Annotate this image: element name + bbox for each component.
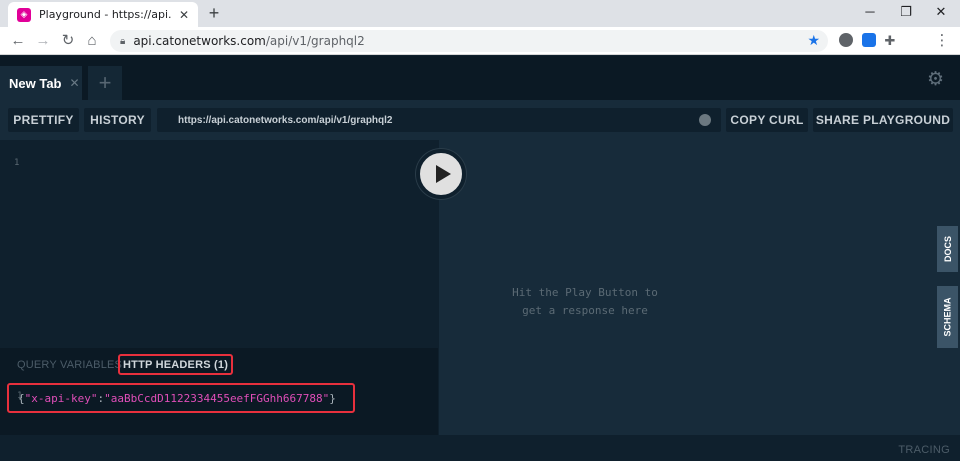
code-brace-close: }: [329, 392, 336, 405]
back-arrow-icon[interactable]: ←: [8, 31, 28, 51]
header-value: "aaBbCcdD1122334455eefFGGhh667788": [104, 392, 330, 405]
playground-toolbar: PRETTIFY HISTORY https://api.catonetwork…: [0, 100, 960, 140]
footer-bar: TRACING: [0, 435, 960, 461]
extensions-puzzle-icon[interactable]: ✚: [880, 31, 900, 51]
query-editor[interactable]: 1: [0, 140, 438, 348]
browser-tab-strip: ◈ Playground - https://api.catonetworks.…: [0, 0, 960, 27]
code-brace-open: {: [18, 392, 25, 405]
browser-toolbar: ← → ↻ ⌂ 🔒︎ api.catonetworks.com/api/v1/g…: [0, 27, 960, 55]
history-button[interactable]: HISTORY: [84, 108, 151, 132]
browser-new-tab-button[interactable]: +: [204, 4, 224, 22]
endpoint-url-input[interactable]: https://api.catonetworks.com/api/v1/grap…: [157, 108, 721, 132]
url-path: /api/v1/graphql2: [265, 34, 365, 48]
endpoint-url-text: https://api.catonetworks.com/api/v1/grap…: [178, 114, 393, 126]
copy-curl-button[interactable]: COPY CURL: [726, 108, 808, 132]
schema-side-tab[interactable]: SCHEMA: [937, 286, 958, 348]
settings-gear-icon[interactable]: ⚙: [927, 68, 944, 91]
docs-side-tab[interactable]: DOCS: [937, 226, 958, 272]
extension-meet-icon[interactable]: [862, 33, 876, 47]
playground-tab[interactable]: New Tab ✕: [0, 66, 82, 100]
query-variables-tab[interactable]: QUERY VARIABLES: [17, 359, 122, 371]
header-key: "x-api-key": [24, 392, 98, 405]
playground-tab-bar: New Tab ✕ + ⚙: [0, 56, 960, 100]
server-status-dot: [699, 114, 711, 126]
result-pane: Hit the Play Button to get a response he…: [439, 140, 960, 435]
prettify-button[interactable]: PRETTIFY: [8, 108, 79, 132]
browser-tab-close-icon[interactable]: ✕: [176, 8, 192, 22]
window-restore-button[interactable]: ❐: [894, 3, 918, 21]
reload-icon[interactable]: ↻: [58, 31, 78, 51]
browser-tab-title: Playground - https://api.catonetworks.co…: [39, 8, 172, 21]
tracing-toggle[interactable]: TRACING: [898, 444, 950, 456]
playground-tab-close-icon[interactable]: ✕: [70, 76, 80, 90]
share-playground-button[interactable]: SHARE PLAYGROUND: [813, 108, 953, 132]
browser-tab[interactable]: ◈ Playground - https://api.catonetworks.…: [8, 2, 198, 27]
bookmark-star-icon[interactable]: ★: [807, 32, 820, 49]
url-host: api.catonetworks.com: [133, 34, 266, 48]
lock-icon: 🔒︎: [120, 35, 126, 47]
extension-drive-icon[interactable]: [839, 33, 853, 47]
editor-line-number: 1: [14, 158, 20, 168]
docs-side-tab-label: DOCS: [942, 235, 953, 263]
playground-tab-label: New Tab: [9, 75, 62, 91]
address-bar[interactable]: 🔒︎ api.catonetworks.com/api/v1/graphql2 …: [110, 30, 828, 52]
graphql-favicon-icon: ◈: [17, 7, 31, 22]
forward-arrow-icon[interactable]: →: [33, 31, 53, 51]
playground-new-tab-button[interactable]: +: [88, 66, 122, 100]
window-close-button[interactable]: ✕: [929, 3, 953, 21]
http-headers-tab[interactable]: HTTP HEADERS (1): [123, 359, 228, 371]
variables-headers-panel: QUERY VARIABLES HTTP HEADERS (1) 1 {"x-a…: [0, 348, 438, 435]
browser-menu-icon[interactable]: ⋮: [932, 31, 952, 51]
window-minimize-button[interactable]: ─: [858, 3, 882, 21]
result-hint-line-1: Hit the Play Button to: [512, 286, 658, 299]
execute-query-button[interactable]: [416, 149, 466, 199]
result-hint-line-2: get a response here: [522, 304, 648, 317]
schema-side-tab-label: SCHEMA: [942, 297, 953, 337]
headers-editor[interactable]: {"x-api-key":"aaBbCcdD1122334455eefFGGhh…: [18, 392, 336, 405]
play-icon: [435, 165, 451, 183]
home-icon[interactable]: ⌂: [82, 31, 102, 51]
result-hint: Hit the Play Button to get a response he…: [439, 284, 731, 320]
